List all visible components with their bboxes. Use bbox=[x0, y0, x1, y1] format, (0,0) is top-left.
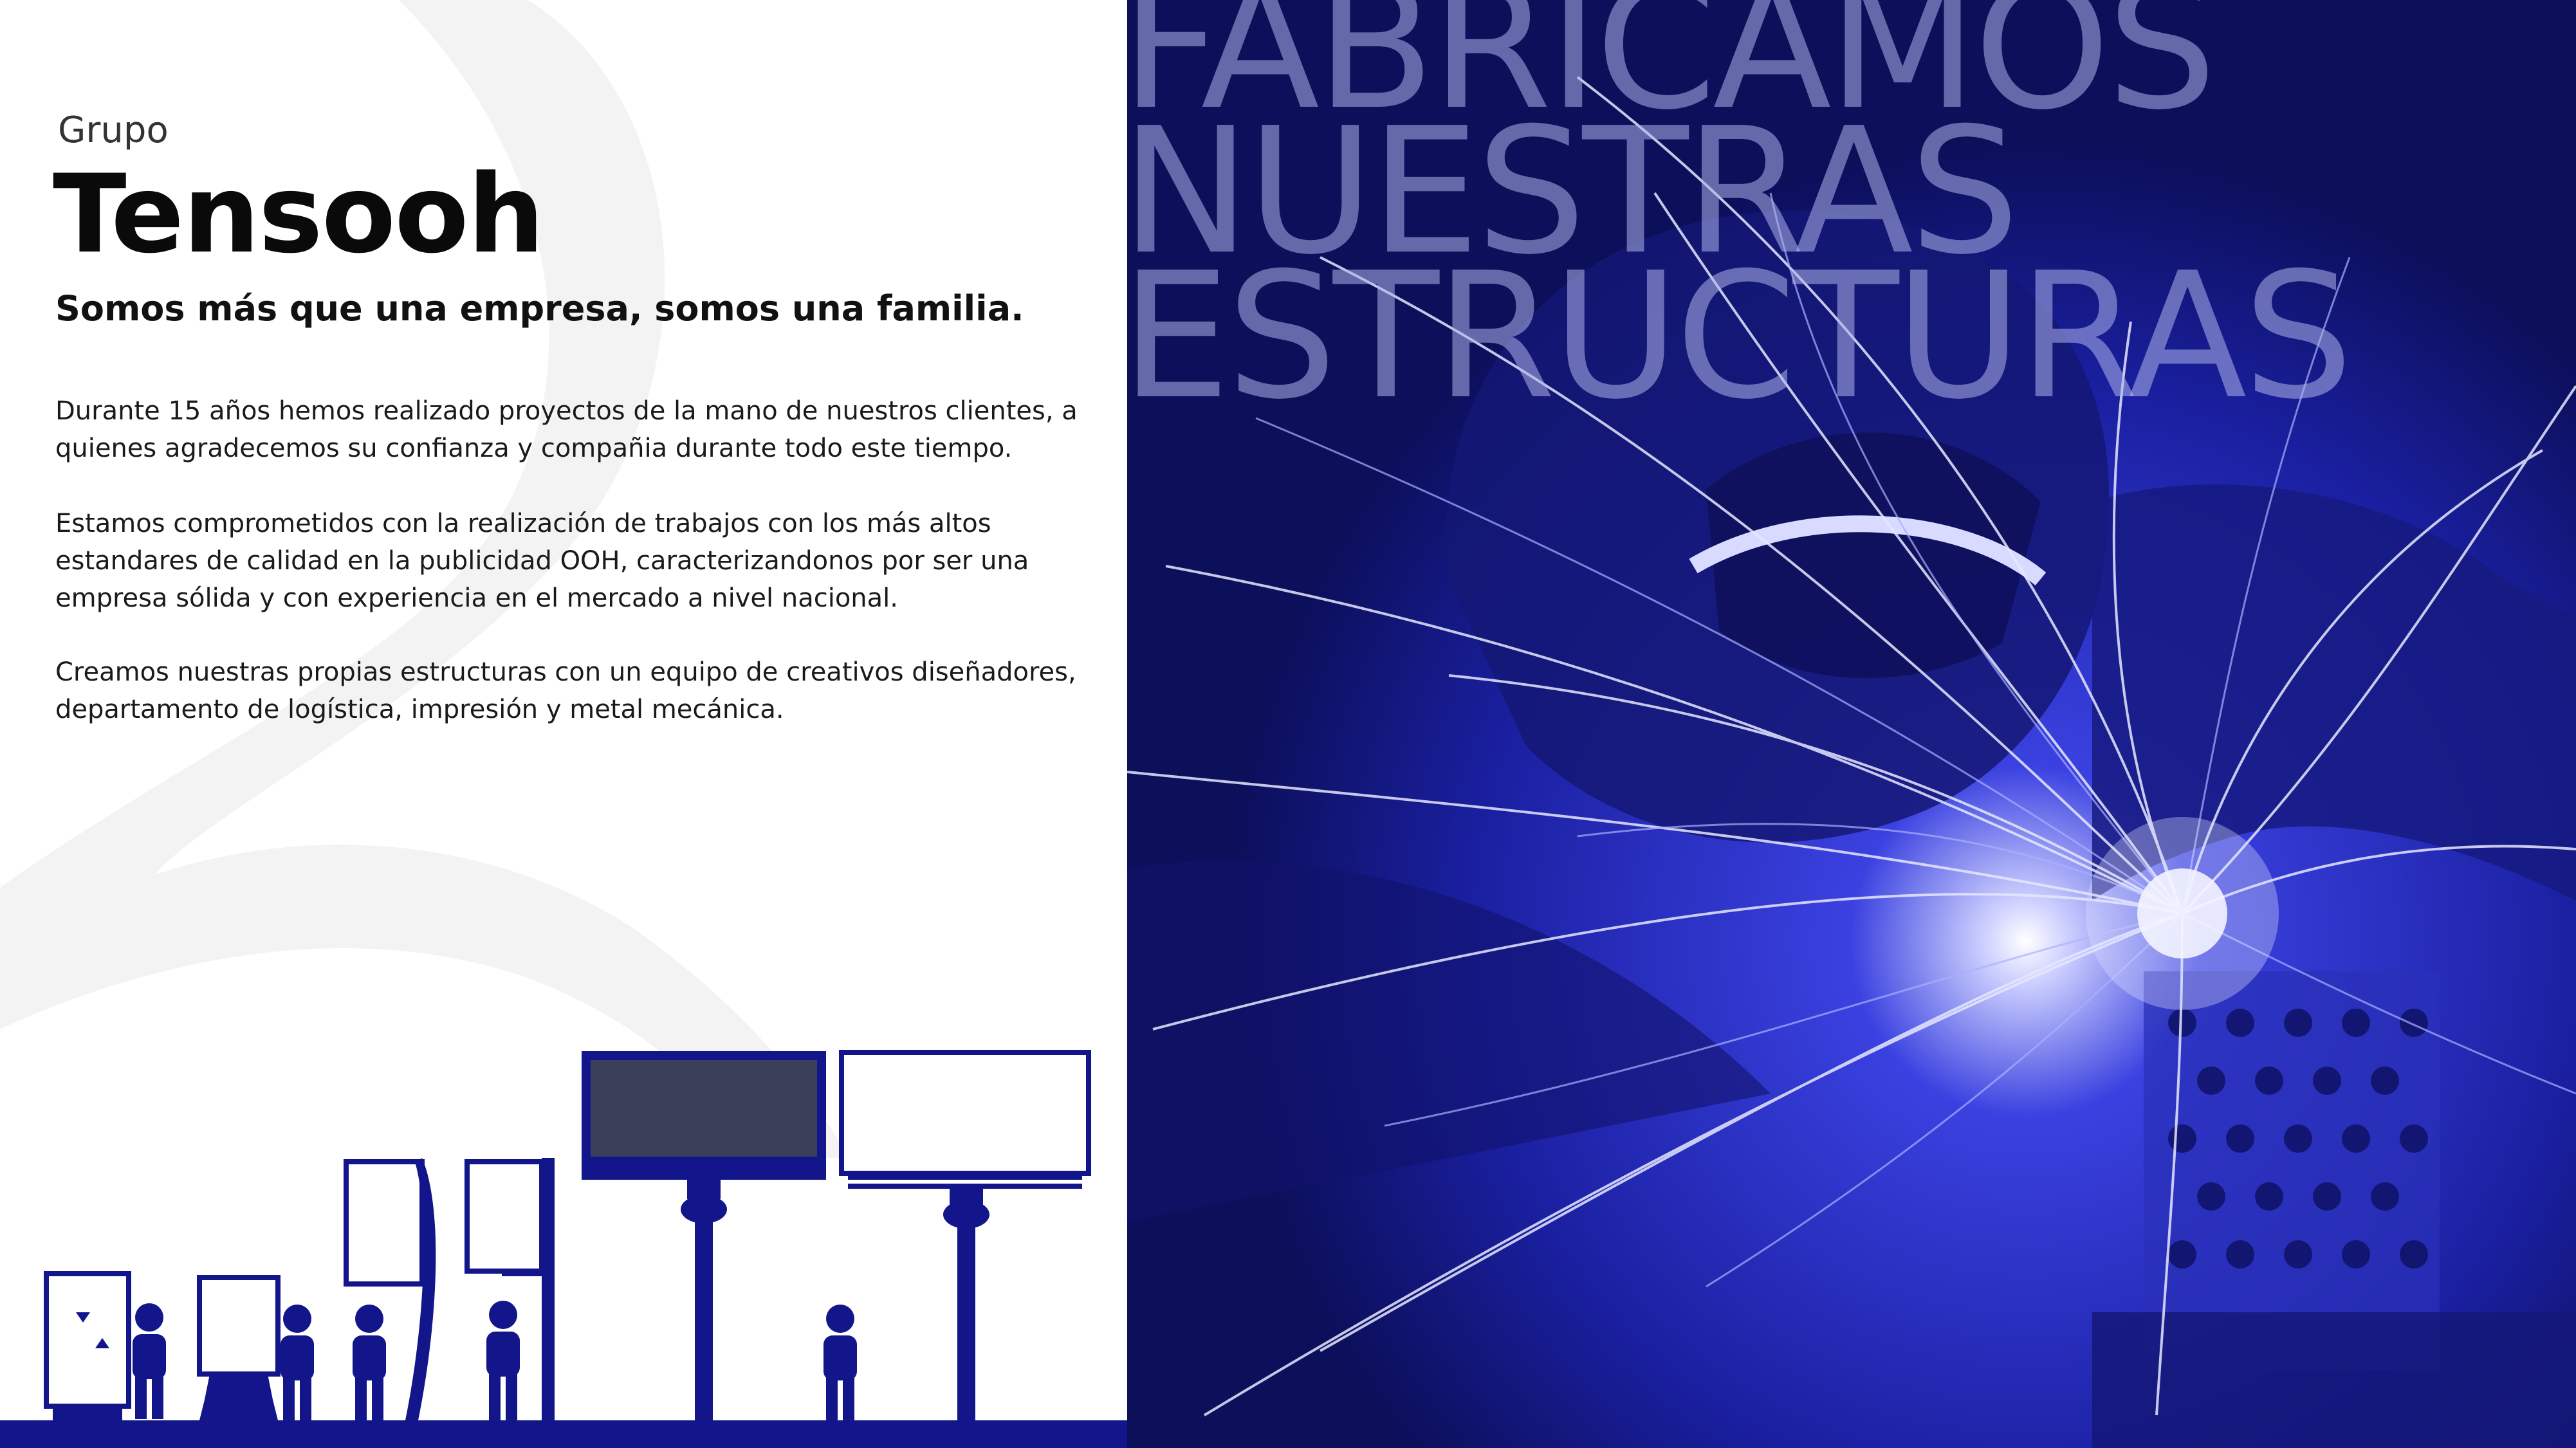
column-display-icon bbox=[44, 1271, 131, 1420]
person-silhouette-icon bbox=[823, 1305, 857, 1420]
person-silhouette-icon bbox=[133, 1303, 166, 1419]
paragraph-history: Durante 15 años hemos realizado proyecto… bbox=[55, 396, 1078, 463]
paragraph-quality: Estamos comprometidos con la realización… bbox=[55, 509, 1029, 613]
digital-billboard-icon bbox=[582, 1051, 826, 1420]
left-panel: Grupo Tensooh Somos más que una empresa,… bbox=[0, 0, 1127, 1448]
paragraph-structures: Creamos nuestras propias estructuras con… bbox=[55, 657, 1076, 724]
headline-overlay: FABRICAMOS NUESTRAS ESTRUCTURAS bbox=[1127, 0, 2576, 437]
brand-name: Tensooh bbox=[53, 151, 544, 277]
person-silhouette-icon bbox=[281, 1305, 314, 1420]
ground-strip bbox=[0, 1420, 1127, 1448]
person-silhouette-icon bbox=[353, 1305, 386, 1420]
person-silhouette-icon bbox=[486, 1301, 520, 1420]
tagline: Somos más que una empresa, somos una fam… bbox=[55, 288, 1024, 329]
mupi-display-icon bbox=[197, 1275, 281, 1420]
large-billboard-icon bbox=[839, 1050, 1091, 1420]
billboard-structures-illustration bbox=[0, 1050, 1127, 1448]
brand-prefix: Grupo bbox=[58, 109, 169, 151]
headline-line-3: ESTRUCTURAS bbox=[1127, 235, 2353, 437]
welding-photo-panel: FABRICAMOS NUESTRAS ESTRUCTURAS bbox=[1127, 0, 2576, 1448]
